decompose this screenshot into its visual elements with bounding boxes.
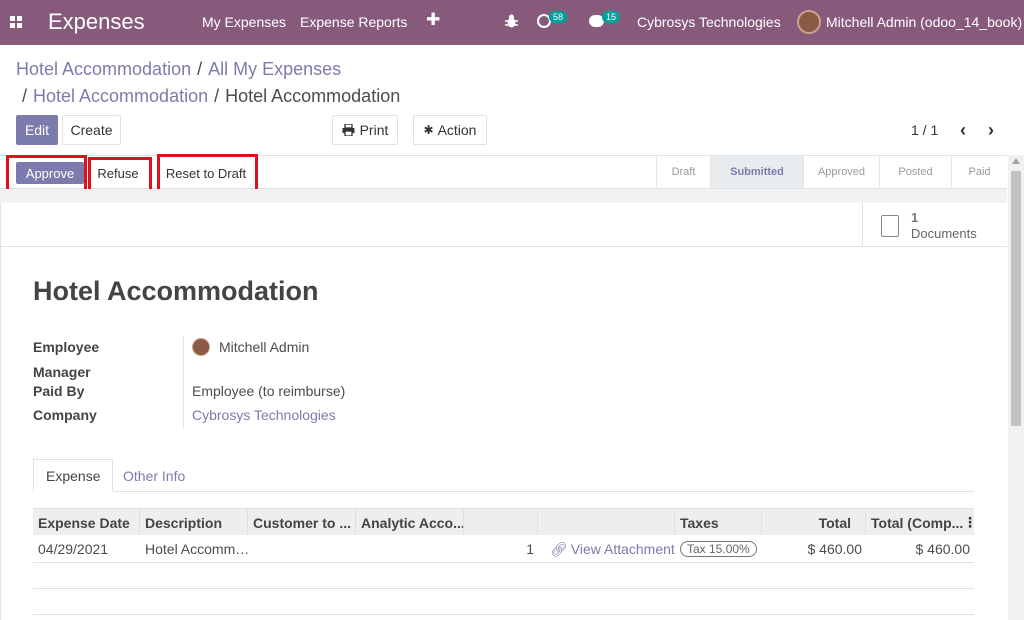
column-total-company[interactable]: Total (Comp...	[866, 509, 974, 536]
breadcrumb-current: Hotel Accommodation	[225, 86, 401, 106]
breadcrumb-link-all-my-expenses[interactable]: All My Expenses	[208, 59, 341, 79]
column-taxes[interactable]: Taxes	[675, 509, 762, 536]
company-label: Company	[33, 407, 97, 423]
row-quantity: 1	[526, 541, 534, 557]
row-taxes: Tax 15.00%	[675, 535, 762, 563]
row-description: Hotel Accomm…	[145, 541, 248, 557]
breadcrumb-separator: /	[197, 59, 203, 79]
record-title: Hotel Accommodation	[33, 276, 319, 306]
view-attachments-link[interactable]: 🔗︎ View Attachments	[545, 535, 675, 563]
documents-count: 1	[911, 210, 919, 225]
paid-by-value: Employee (to reimburse)	[192, 383, 346, 399]
scroll-up-arrow-icon[interactable]	[1012, 158, 1020, 164]
stage-submitted[interactable]: Submitted	[710, 156, 803, 188]
vertical-scrollbar[interactable]	[1008, 155, 1024, 620]
table-header: Expense Date Description Customer to ...…	[33, 508, 977, 536]
scrollbar-thumb[interactable]	[1011, 171, 1021, 426]
empty-row	[33, 589, 974, 615]
column-customer[interactable]: Customer to ...	[248, 509, 356, 536]
breadcrumb-continued: / Hotel Accommodation / Hotel Accommodation	[22, 86, 400, 107]
chevron-right-icon[interactable]: ›	[988, 120, 994, 141]
activity-count-badge: 58	[549, 11, 568, 23]
column-total[interactable]: Total	[762, 509, 866, 536]
user-menu[interactable]: Mitchell Admin (odoo_14_book)	[826, 14, 1022, 30]
notebook-tabs: Expense Other Info	[33, 459, 974, 492]
pager-value[interactable]: 1 / 1	[911, 122, 938, 138]
tax-tag: Tax 15.00%	[680, 541, 757, 557]
column-description[interactable]: Description	[140, 509, 248, 536]
stage-approved[interactable]: Approved	[803, 156, 879, 188]
create-button[interactable]: Create	[62, 115, 121, 145]
menu-my-expenses[interactable]: My Expenses	[202, 14, 286, 30]
column-quantity[interactable]	[464, 509, 538, 536]
company-switcher[interactable]: Cybrosys Technologies	[637, 14, 781, 30]
breadcrumb-link-hotel-accommodation-2[interactable]: Hotel Accommodation	[33, 86, 208, 106]
manager-label: Manager	[33, 364, 91, 380]
printer-icon	[342, 124, 355, 136]
action-label: Action	[437, 122, 477, 138]
edit-button[interactable]: Edit	[16, 115, 58, 145]
empty-row	[33, 563, 974, 589]
chevron-left-icon[interactable]: ‹	[960, 120, 966, 141]
employee-value[interactable]: Mitchell Admin	[219, 339, 309, 355]
bug-icon[interactable]	[505, 14, 518, 28]
employee-label: Employee	[33, 339, 100, 355]
messages-count-badge: 15	[602, 11, 621, 23]
print-label: Print	[359, 122, 389, 138]
view-attachments-label: View Attachments	[570, 541, 675, 557]
gear-icon: ✱	[423, 123, 434, 137]
paperclip-icon: 🔗︎	[550, 540, 568, 557]
menu-expense-reports[interactable]: Expense Reports	[300, 14, 407, 30]
row-expense-date: 04/29/2021	[38, 541, 109, 557]
company-value[interactable]: Cybrosys Technologies	[192, 407, 336, 423]
documents-smart-button[interactable]: 1 Documents	[862, 203, 1007, 247]
column-analytic-account[interactable]: Analytic Acco...	[356, 509, 464, 536]
stage-paid[interactable]: Paid	[951, 156, 1007, 188]
plus-icon[interactable]: ✚	[426, 10, 440, 30]
employee-avatar	[192, 338, 210, 356]
row-total: $ 460.00	[807, 541, 863, 557]
column-options-icon[interactable]: ⋮	[963, 514, 977, 531]
smart-button-box	[0, 203, 1007, 247]
document-icon	[881, 215, 899, 237]
user-avatar[interactable]	[797, 10, 821, 34]
breadcrumb-separator: /	[22, 86, 28, 106]
app-title[interactable]: Expenses	[48, 9, 145, 35]
column-expense-date[interactable]: Expense Date	[33, 509, 140, 536]
tab-expense[interactable]: Expense	[33, 459, 114, 492]
documents-label: Documents	[911, 226, 977, 241]
paid-by-label: Paid By	[33, 383, 85, 399]
breadcrumb-link-hotel-accommodation-1[interactable]: Hotel Accommodation	[16, 59, 191, 79]
row-total-company: $ 460.00	[915, 541, 971, 557]
column-attachments[interactable]	[538, 509, 675, 536]
table-row[interactable]: 04/29/2021 Hotel Accomm… 1 🔗︎ View Attach…	[33, 535, 974, 563]
breadcrumb-separator: /	[214, 86, 220, 106]
stage-posted[interactable]: Posted	[879, 156, 951, 188]
action-button[interactable]: ✱ Action	[413, 115, 487, 145]
apps-menu-icon[interactable]	[10, 16, 22, 28]
sheet-background	[0, 189, 1007, 203]
stage-draft[interactable]: Draft	[656, 156, 710, 188]
print-button[interactable]: Print	[332, 115, 398, 145]
top-navbar: Expenses My Expenses Expense Reports ✚ 5…	[0, 0, 1024, 45]
field-divider	[183, 336, 184, 428]
breadcrumb: Hotel Accommodation / All My Expenses	[16, 59, 341, 80]
tab-other-info[interactable]: Other Info	[111, 459, 197, 492]
stage-pipeline: Draft Submitted Approved Posted Paid	[656, 156, 1007, 188]
